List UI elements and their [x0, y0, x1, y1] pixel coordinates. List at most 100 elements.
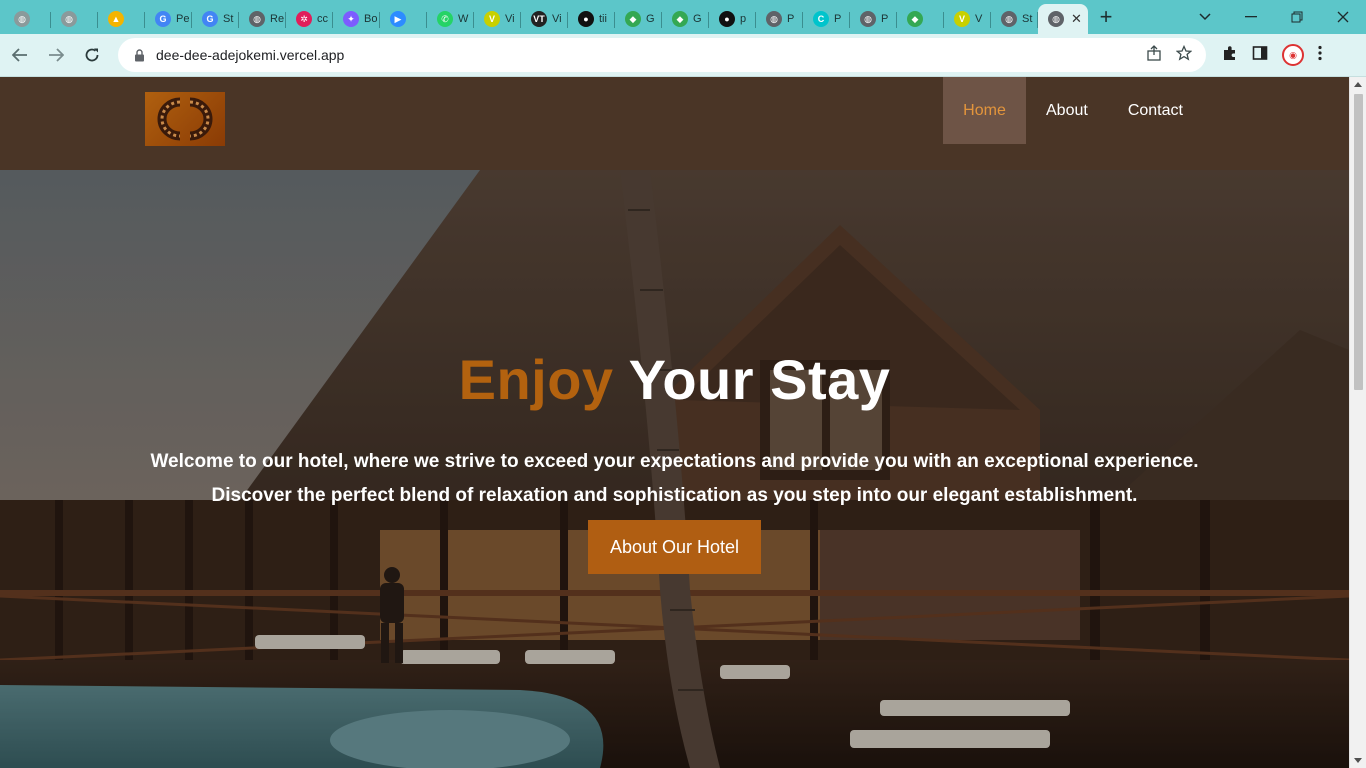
browser-toolbar: dee-dee-adejokemi.vercel.app ◉ — [0, 34, 1366, 77]
window-controls — [1182, 0, 1366, 34]
slack-icon: ✲ — [296, 11, 312, 27]
nav-contact-link[interactable]: Contact — [1108, 77, 1203, 144]
headline-accent-text: Enjoy — [458, 348, 614, 411]
tagline-line-1: Welcome to our hotel, where we strive to… — [150, 451, 1199, 472]
browser-tab[interactable]: ◍ P — [756, 6, 803, 32]
whatsapp-icon: ✆ — [437, 11, 453, 27]
drive-icon: ▲ — [108, 11, 124, 27]
tagline-line-2: Discover the perfect blend of relaxation… — [211, 485, 1138, 506]
globe-icon: ◍ — [766, 11, 782, 27]
nav-about-link[interactable]: About — [1026, 77, 1108, 144]
browser-tab[interactable]: ◆ G — [615, 6, 662, 32]
address-bar[interactable]: dee-dee-adejokemi.vercel.app — [118, 38, 1206, 72]
tab-title: Vi — [505, 13, 515, 25]
minimize-button[interactable] — [1228, 0, 1274, 34]
nav-home-link[interactable]: Home — [943, 77, 1026, 144]
close-tab-icon[interactable]: ✕ — [1071, 11, 1082, 27]
google-icon: G — [202, 11, 218, 27]
browser-tab[interactable]: CP — [803, 6, 850, 32]
logo-mark-icon — [157, 97, 213, 141]
browser-tab-strip: ◍ ◍ ▲ G Pe G St ◍ Re ✲ cc ✦ Bo ▶ ✆ W V Vi VT Vi ● tii ◆ G ◆ G ● p ◍ P… — [0, 0, 1366, 34]
tab-title: St — [1022, 13, 1033, 25]
browser-tab[interactable]: ✲ cc — [286, 6, 333, 32]
active-browser-tab[interactable]: ◍ ✕ — [1038, 4, 1088, 34]
globe-icon: ◍ — [1001, 11, 1017, 27]
url-text: dee-dee-adejokemi.vercel.app — [156, 47, 345, 63]
forward-button[interactable] — [40, 39, 72, 71]
globe-icon: ◍ — [1048, 11, 1064, 27]
browser-tab[interactable]: ◆ G — [662, 6, 709, 32]
main-nav: Home About Contact — [943, 77, 1203, 144]
share-icon[interactable] — [1146, 45, 1162, 65]
github-icon: ● — [578, 11, 594, 27]
tab-title: G — [646, 13, 655, 25]
side-panel-icon[interactable] — [1252, 45, 1268, 65]
restore-button[interactable] — [1274, 0, 1320, 34]
close-window-button[interactable] — [1320, 0, 1366, 34]
vt-icon: VT — [531, 11, 547, 27]
google-icon: G — [155, 11, 171, 27]
browser-tab[interactable]: ▲ — [98, 6, 145, 32]
browser-tab[interactable]: ◍ — [51, 6, 98, 32]
browser-tab[interactable]: V Vi — [474, 6, 521, 32]
hotel-logo[interactable] — [145, 92, 225, 146]
browser-tab[interactable]: ● tii — [568, 6, 615, 32]
tab-title: P — [881, 13, 889, 25]
tab-title: cc — [317, 13, 328, 25]
tab-title: tii — [599, 13, 607, 25]
browser-tab[interactable]: ✦ Bo — [333, 6, 380, 32]
hero-section: Enjoy Your Stay Welcome to our hotel, wh… — [0, 170, 1349, 768]
tab-search-icon[interactable] — [1182, 0, 1228, 34]
tab-title: P — [787, 13, 795, 25]
site-header: Home About Contact — [0, 77, 1349, 170]
browser-tab[interactable]: ◍ — [4, 6, 51, 32]
browser-tab[interactable]: ◍ St — [991, 6, 1038, 32]
vercel-v-icon: V — [954, 11, 970, 27]
tab-title: Re — [270, 13, 285, 25]
extensions-puzzle-icon[interactable] — [1222, 45, 1238, 65]
maps-icon: ◆ — [907, 11, 923, 27]
vercel-v-icon: V — [484, 11, 500, 27]
hero-headline: Enjoy Your Stay — [0, 347, 1349, 412]
browser-tab[interactable]: VT Vi — [521, 6, 568, 32]
sparkle-icon: ✦ — [343, 11, 359, 27]
globe-icon: ◍ — [61, 11, 77, 27]
reload-button[interactable] — [76, 39, 108, 71]
tab-title: G — [693, 13, 702, 25]
browser-tab[interactable]: G Pe — [145, 6, 192, 32]
globe-icon: ◍ — [14, 11, 30, 27]
browser-tab[interactable]: G St — [192, 6, 239, 32]
browser-tab[interactable]: ◍ P — [850, 6, 897, 32]
headline-main-text: Your Stay — [628, 348, 891, 411]
tab-title: Pe — [176, 13, 190, 25]
new-tab-button[interactable]: + — [1088, 0, 1124, 34]
profile-avatar-icon[interactable]: ◉ — [1282, 44, 1304, 66]
about-hotel-button[interactable]: About Our Hotel — [588, 520, 761, 574]
browser-tab[interactable]: VV — [944, 6, 991, 32]
lock-icon[interactable] — [132, 48, 146, 62]
globe-icon: ◍ — [249, 11, 265, 27]
back-button[interactable] — [4, 39, 36, 71]
tab-title: P — [834, 13, 842, 25]
browser-tab[interactable]: ● p — [709, 6, 756, 32]
browser-tab[interactable]: ▶ — [380, 6, 427, 32]
tab-title: p — [740, 13, 747, 25]
tab-title: V — [975, 13, 983, 25]
browser-tab[interactable]: ◍ Re — [239, 6, 286, 32]
zoom-icon: ▶ — [390, 11, 406, 27]
page-viewport: Home About Contact Enjoy Your Stay Welco… — [0, 77, 1366, 768]
browser-tab[interactable]: ✆ W — [427, 6, 474, 32]
scroll-down-icon[interactable] — [1354, 758, 1362, 763]
browser-tab[interactable]: ◆ — [897, 6, 944, 32]
page-scrollbar[interactable] — [1349, 77, 1366, 768]
tab-title: W — [458, 13, 469, 25]
tab-title: Vi — [552, 13, 562, 25]
globe-icon: ◍ — [860, 11, 876, 27]
tab-title: Bo — [364, 13, 378, 25]
scroll-up-icon[interactable] — [1354, 82, 1362, 87]
bookmark-star-icon[interactable] — [1175, 44, 1193, 65]
github-icon: ● — [719, 11, 735, 27]
canva-icon: C — [813, 11, 829, 27]
scrollbar-thumb[interactable] — [1354, 94, 1363, 390]
browser-menu-icon[interactable] — [1318, 45, 1322, 65]
